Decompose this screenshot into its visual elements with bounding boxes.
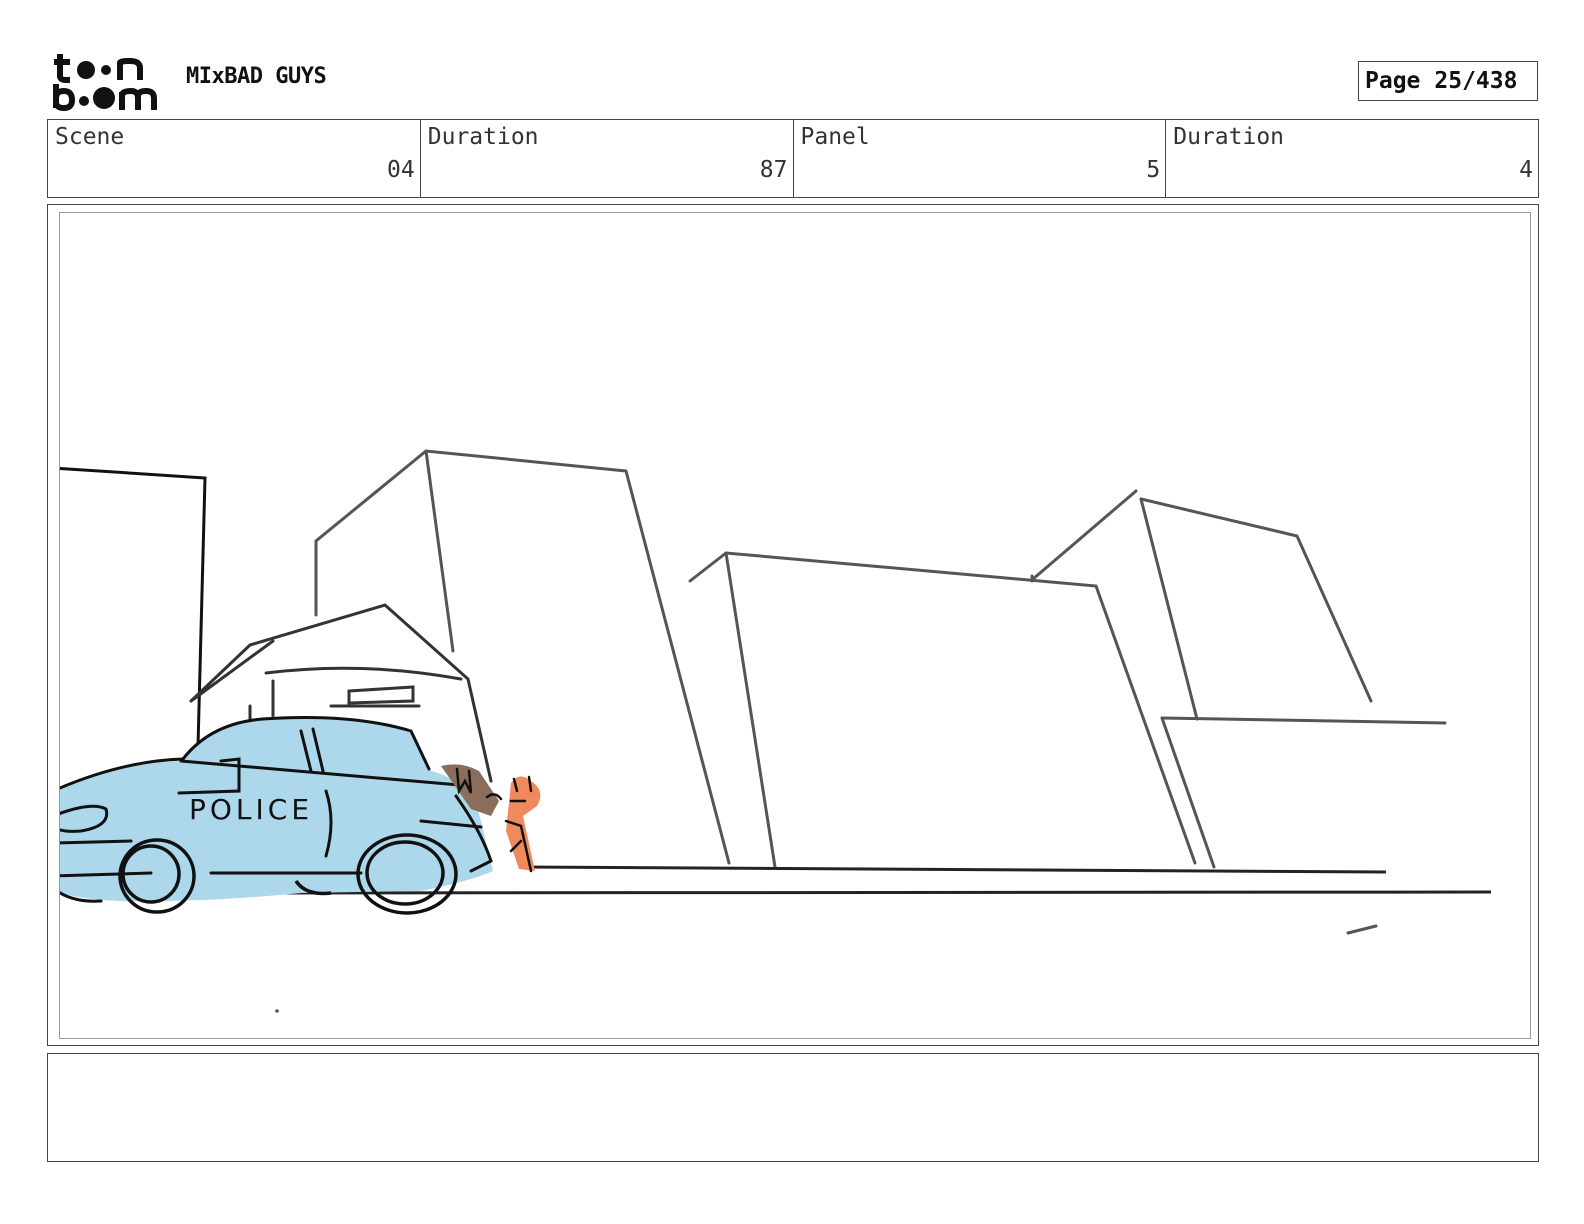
scene-value: 04 [387,157,415,183]
storyboard-sketch: POLICE [60,449,1492,1013]
scene-duration-value: 87 [759,157,788,183]
project-title: MIxBAD GUYS [186,64,327,89]
page-indicator: Page 25/438 [1358,61,1538,101]
page-number: 25/438 [1434,68,1518,94]
page-label: Page [1365,68,1421,94]
car-police-lettering: POLICE [189,793,313,826]
left-building-sketch [60,466,207,747]
police-car-sketch: POLICE [60,716,493,915]
storyboard-panel-image: POLICE [59,212,1531,1039]
panel-label: Panel [800,124,870,150]
panel-duration-cell: Duration 4 [1166,120,1538,197]
right-building-sketch [1031,489,1447,935]
scene-duration-cell: Duration 87 [421,120,794,197]
panel-value: 5 [1146,157,1161,183]
panel-duration-label: Duration [1173,124,1285,150]
scene-cell: Scene 04 [48,120,421,197]
scene-duration-label: Duration [427,124,539,150]
panel-notes-box [47,1053,1539,1162]
scene-label: Scene [55,124,125,150]
panel-duration-value: 4 [1519,157,1533,183]
middle-building-sketch [688,551,1197,869]
stray-mark [275,1009,279,1013]
toon-boom-logo [52,50,164,112]
panel-cell: Panel 5 [794,120,1167,197]
scene-info-row: Scene 04 Duration 87 Panel 5 Duration 4 [47,119,1539,198]
toon-boom-logo-icon [53,54,157,112]
